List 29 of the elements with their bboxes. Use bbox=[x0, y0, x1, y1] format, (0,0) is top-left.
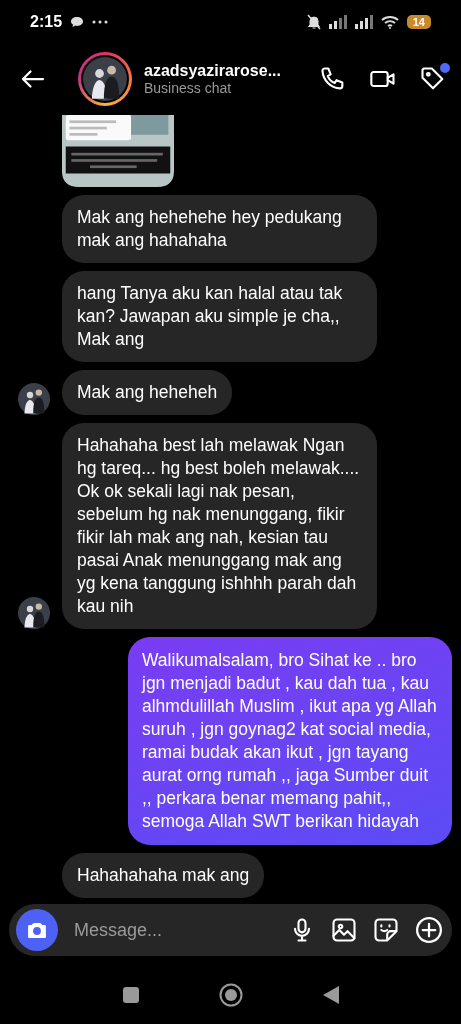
message-field[interactable]: Message... bbox=[72, 918, 274, 942]
gallery-icon[interactable] bbox=[330, 916, 358, 944]
profile-avatar[interactable] bbox=[78, 52, 132, 106]
add-icon[interactable] bbox=[414, 915, 444, 945]
more-notifications-icon bbox=[92, 20, 109, 24]
sender-avatar bbox=[18, 597, 50, 629]
message-bubble: hang Tanya aku kan halal atau tak kan? Jawapan aku simple je cha,, Mak ang bbox=[62, 271, 377, 362]
message-bubble: Hahahahaha mak ang bbox=[62, 853, 265, 898]
message-bubble: Hahahaha best lah melawak Ngan hg tareq... hg best boleh melawak.... Ok ok sekali lagi nak pesan, sebelum hg nak menunggang, fikir fikir lah mak ang nah, kesian tau pasai Anak menunggang mak ang yg kena tanggung ishhhh parah dah kau nih bbox=[62, 423, 377, 629]
message-bubble: Mak ang hehehehe hey pedukang mak ang hahahaha bbox=[62, 195, 377, 263]
contact-subtitle: Business chat bbox=[144, 80, 233, 96]
status-time: 2:15 bbox=[30, 13, 63, 31]
message-bubble: Walikumalsalam, bro Sihat ke .. bro jgn menjadi badut , kau dah tua , kau alhmdulillah Muslim , ikut apa yg Allah suruh , jgn goynag2 kat social media, ramai budak akan ikut , jgn tayang aurat orng rumah ,, jaga Sumber duit ,, perkara benar memang pahit,, semoga Allah SWT berikan hidayah bbox=[128, 637, 452, 845]
battery-level: 14 bbox=[406, 15, 431, 29]
message-composer[interactable]: Message... bbox=[9, 904, 452, 956]
contact-name[interactable]: azadsyazirarose... bbox=[144, 62, 307, 80]
signal-icon bbox=[328, 15, 347, 29]
recents-icon[interactable] bbox=[122, 987, 139, 1003]
home-icon[interactable] bbox=[218, 983, 243, 1007]
profile-photo bbox=[83, 57, 127, 101]
chat-notification-icon bbox=[70, 16, 85, 28]
sticker-icon[interactable] bbox=[372, 916, 400, 944]
back-nav-icon[interactable] bbox=[322, 986, 339, 1004]
signal-icon bbox=[354, 15, 373, 29]
muted-bell-icon bbox=[306, 14, 321, 30]
wifi-icon bbox=[380, 15, 399, 29]
sender-avatar bbox=[18, 383, 50, 415]
message-bubble: Mak ang heheheh bbox=[62, 370, 233, 415]
camera-button[interactable] bbox=[16, 909, 58, 951]
